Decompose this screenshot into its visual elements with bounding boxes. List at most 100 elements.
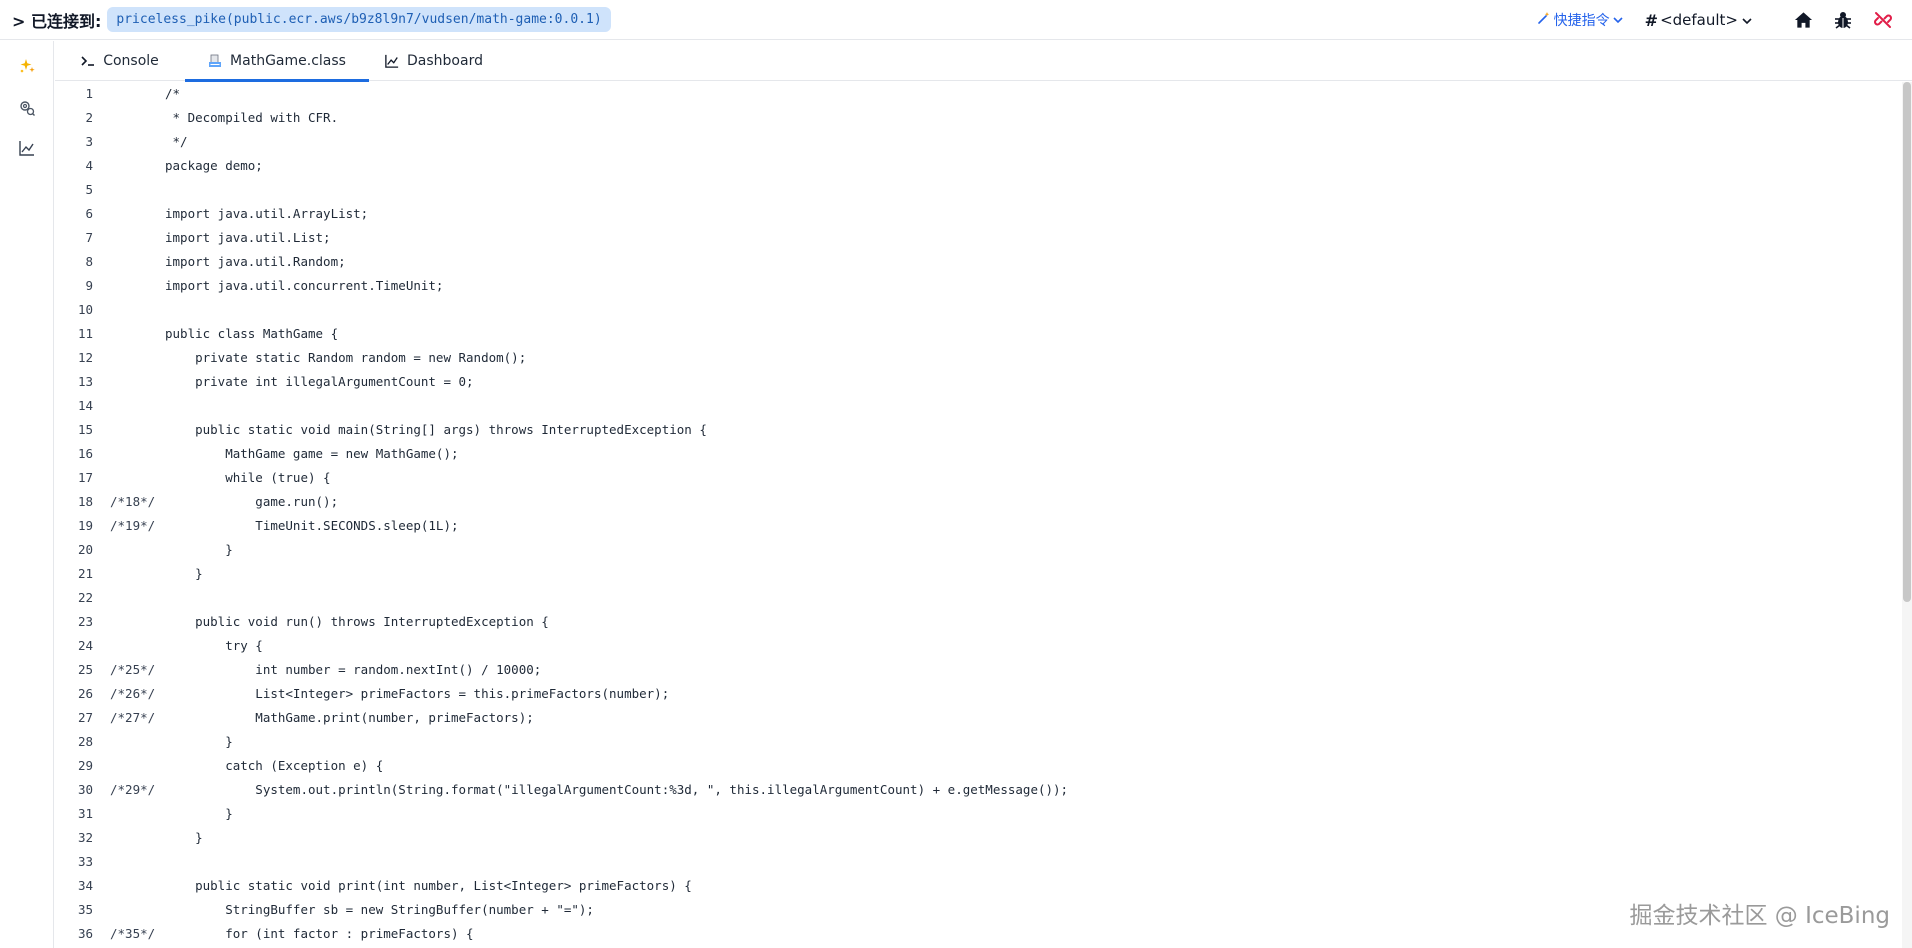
source-line-marker: /*25*/ bbox=[110, 662, 156, 677]
line-number: 12 bbox=[77, 350, 93, 365]
home-icon[interactable] bbox=[1792, 9, 1814, 31]
line-number: 32 bbox=[77, 830, 93, 845]
code-line: 27 /*27*/ MathGame.print(number, primeFac… bbox=[55, 706, 1855, 730]
line-number: 7 bbox=[85, 230, 93, 245]
code-line: 33 bbox=[55, 850, 1855, 874]
code-text: * Decompiled with CFR. bbox=[165, 110, 339, 125]
class-file-icon bbox=[208, 54, 222, 68]
code-text: public static void main(String[] args) t… bbox=[165, 422, 707, 437]
code-text: */ bbox=[165, 134, 188, 149]
line-number: 31 bbox=[77, 806, 93, 821]
namespace-value: <default> bbox=[1660, 11, 1738, 29]
code-line: 35 StringBuffer sb = new StringBuffer(nu… bbox=[55, 898, 1855, 922]
line-number: 22 bbox=[77, 590, 93, 605]
code-text: catch (Exception e) { bbox=[165, 758, 384, 773]
line-number: 11 bbox=[77, 326, 93, 341]
source-line-marker: /*29*/ bbox=[110, 782, 156, 797]
tab-dashboard-label: Dashboard bbox=[407, 53, 483, 69]
line-number: 25 bbox=[77, 662, 93, 677]
tab-console[interactable]: Console bbox=[55, 41, 185, 81]
line-number: 26 bbox=[77, 686, 93, 701]
tab-dashboard[interactable]: Dashboard bbox=[369, 41, 499, 81]
code-line: 21 } bbox=[55, 562, 1855, 586]
line-number: 2 bbox=[85, 110, 93, 125]
code-line: 31 } bbox=[55, 802, 1855, 826]
code-text: import java.util.ArrayList; bbox=[165, 206, 369, 221]
line-number: 36 bbox=[77, 926, 93, 941]
bug-icon[interactable] bbox=[1832, 9, 1854, 31]
line-number: 34 bbox=[77, 878, 93, 893]
code-line: 12 private static Random random = new Ra… bbox=[55, 346, 1855, 370]
hash-icon: # bbox=[1644, 10, 1659, 30]
code-line: 2 * Decompiled with CFR. bbox=[55, 106, 1855, 130]
code-text: package demo; bbox=[165, 158, 263, 173]
code-line: 26 /*26*/ List<Integer> primeFactors = th… bbox=[55, 682, 1855, 706]
source-line-marker: /*35*/ bbox=[110, 926, 156, 941]
code-text: List<Integer> primeFactors = this.primeF… bbox=[165, 686, 670, 701]
code-line: 24 try { bbox=[55, 634, 1855, 658]
code-line: 16 MathGame game = new MathGame(); bbox=[55, 442, 1855, 466]
code-line: 32 } bbox=[55, 826, 1855, 850]
left-sidebar bbox=[0, 41, 54, 948]
line-number: 23 bbox=[77, 614, 93, 629]
code-line: 9 import java.util.concurrent.TimeUnit; bbox=[55, 274, 1855, 298]
code-line: 25 /*25*/ int number = random.nextInt() /… bbox=[55, 658, 1855, 682]
code-text: try { bbox=[165, 638, 263, 653]
code-text: MathGame game = new MathGame(); bbox=[165, 446, 459, 461]
code-line: 19 /*19*/ TimeUnit.SECONDS.sleep(1L); bbox=[55, 514, 1855, 538]
connection-badge[interactable]: priceless_pike(public.ecr.aws/b9z8l9n7/v… bbox=[107, 7, 611, 32]
code-text: public class MathGame { bbox=[165, 326, 339, 341]
code-line: 30 /*29*/ System.out.println(String.forma… bbox=[55, 778, 1855, 802]
code-text: } bbox=[165, 542, 233, 557]
connected-label: > 已连接到: bbox=[12, 11, 102, 31]
code-text: TimeUnit.SECONDS.sleep(1L); bbox=[165, 518, 459, 533]
vertical-scrollbar[interactable] bbox=[1902, 82, 1912, 948]
code-line: 10 bbox=[55, 298, 1855, 322]
source-line-marker: /*27*/ bbox=[110, 710, 156, 725]
code-text: game.run(); bbox=[165, 494, 339, 509]
line-number: 10 bbox=[77, 302, 93, 317]
line-number: 30 bbox=[77, 782, 93, 797]
line-number: 29 bbox=[77, 758, 93, 773]
line-number: 5 bbox=[85, 182, 93, 197]
code-line: 6 import java.util.ArrayList; bbox=[55, 202, 1855, 226]
code-text: MathGame.print(number, primeFactors); bbox=[165, 710, 534, 725]
tab-bar: Console MathGame.class Dashboard bbox=[55, 41, 1912, 82]
unlink-icon[interactable] bbox=[1872, 9, 1894, 31]
line-number: 3 bbox=[85, 134, 93, 149]
chart-line-icon[interactable] bbox=[18, 139, 36, 157]
line-number: 35 bbox=[77, 902, 93, 917]
code-line: 14 bbox=[55, 394, 1855, 418]
code-line: 29 catch (Exception e) { bbox=[55, 754, 1855, 778]
line-number: 1 bbox=[85, 86, 93, 101]
code-text: } bbox=[165, 566, 203, 581]
line-number: 17 bbox=[77, 470, 93, 485]
line-number: 24 bbox=[77, 638, 93, 653]
code-line: 11 public class MathGame { bbox=[55, 322, 1855, 346]
line-number: 13 bbox=[77, 374, 93, 389]
line-number: 21 bbox=[77, 566, 93, 581]
line-number: 33 bbox=[77, 854, 93, 869]
quick-command-label: 快捷指令 bbox=[1553, 13, 1610, 29]
line-number: 16 bbox=[77, 446, 93, 461]
namespace-select[interactable]: # <default> bbox=[1645, 11, 1752, 30]
code-text: } bbox=[165, 806, 233, 821]
source-line-marker: /*19*/ bbox=[110, 518, 156, 533]
code-line: 15 public static void main(String[] args… bbox=[55, 418, 1855, 442]
settings-search-icon[interactable] bbox=[18, 99, 36, 117]
quick-command-dropdown[interactable]: 快捷指令 bbox=[1537, 10, 1623, 30]
line-number: 28 bbox=[77, 734, 93, 749]
tab-console-label: Console bbox=[103, 53, 159, 69]
tab-mathgame-class[interactable]: MathGame.class bbox=[185, 41, 369, 82]
code-viewer[interactable]: 1/* 2 * Decompiled with CFR. 3 */4 package … bbox=[55, 82, 1902, 948]
code-line: 7 import java.util.List; bbox=[55, 226, 1855, 250]
code-line: 28 } bbox=[55, 730, 1855, 754]
code-text: StringBuffer sb = new StringBuffer(numbe… bbox=[165, 902, 594, 917]
line-number: 27 bbox=[77, 710, 93, 725]
code-text: } bbox=[165, 734, 233, 749]
scrollbar-thumb[interactable] bbox=[1903, 82, 1911, 602]
line-number: 6 bbox=[85, 206, 93, 221]
sparkle-icon[interactable] bbox=[18, 57, 36, 75]
code-line: 4 package demo; bbox=[55, 154, 1855, 178]
magic-wand-icon bbox=[1537, 11, 1551, 29]
